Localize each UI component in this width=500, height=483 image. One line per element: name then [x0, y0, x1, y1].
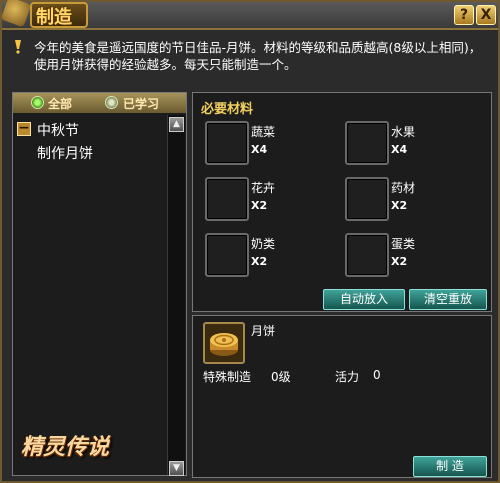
material-slot[interactable]: [345, 233, 389, 277]
exclamation-icon: [15, 40, 21, 54]
scroll-up-button[interactable]: ▲: [169, 117, 184, 132]
materials-panel: 必要材料 蔬菜 X4 水果 X4 花卉 X2 药材 X2 奶类 X2 蛋类 X2…: [192, 92, 492, 312]
help-button[interactable]: ?: [454, 5, 474, 25]
event-description: 今年的美食是遥远国度的节日佳品-月饼。材料的等级和品质越高(8级以上相同)，使用…: [34, 40, 482, 72]
material-name: 药材: [391, 181, 416, 195]
scrollbar[interactable]: [167, 115, 185, 475]
collapse-icon[interactable]: −: [17, 121, 31, 136]
filter-bar: 全部 已学习: [13, 93, 186, 113]
material-qty: X2: [391, 255, 408, 268]
window-emblem-icon: [0, 0, 32, 28]
material-name: 花卉: [251, 181, 276, 195]
material-name: 水果: [391, 125, 416, 139]
filter-all-label[interactable]: 全部: [48, 95, 72, 112]
filter-learned-label[interactable]: 已学习: [123, 95, 159, 112]
craft-button[interactable]: 制 造: [413, 456, 487, 477]
material-name: 蔬菜: [251, 125, 276, 139]
title-bar[interactable]: 制造 ? X: [0, 0, 498, 30]
mooncake-icon: [210, 333, 238, 356]
material-name: 蛋类: [391, 237, 416, 251]
material-qty: X2: [391, 199, 408, 212]
product-slot[interactable]: [203, 322, 245, 364]
clear-button[interactable]: 清空重放: [409, 289, 487, 310]
material-slot[interactable]: [205, 233, 249, 277]
category-row[interactable]: − 中秋节: [15, 119, 165, 139]
energy-label: 活力: [335, 370, 360, 384]
auto-fill-button[interactable]: 自动放入: [323, 289, 405, 310]
crafting-window: 制造 ? X 今年的美食是遥远国度的节日佳品-月饼。材料的等级和品质越高(8级以…: [0, 0, 500, 483]
material-qty: X4: [391, 143, 408, 156]
materials-title: 必要材料: [201, 102, 254, 117]
material-slot[interactable]: [345, 121, 389, 165]
filter-learned-radio[interactable]: [105, 96, 118, 109]
material-qty: X2: [251, 255, 268, 268]
product-panel: 月饼 特殊制造 0级 活力 0 制 造: [192, 315, 492, 478]
special-craft-label: 特殊制造: [203, 370, 252, 384]
material-name: 奶类: [251, 237, 276, 251]
window-title: 制造: [36, 7, 72, 28]
game-logo: 精灵传说: [21, 435, 110, 460]
energy-value: 0: [373, 368, 381, 382]
material-qty: X2: [251, 199, 268, 212]
close-button[interactable]: X: [476, 5, 496, 25]
material-slot[interactable]: [205, 121, 249, 165]
filter-all-radio[interactable]: [31, 96, 44, 109]
product-name: 月饼: [251, 324, 276, 338]
material-slot[interactable]: [205, 177, 249, 221]
recipe-item-label: 制作月饼: [37, 146, 93, 162]
category-label: 中秋节: [37, 123, 79, 139]
scroll-down-button[interactable]: ▼: [169, 461, 184, 476]
material-qty: X4: [251, 143, 268, 156]
recipe-item[interactable]: 制作月饼: [15, 143, 165, 163]
material-slot[interactable]: [345, 177, 389, 221]
special-craft-level: 0级: [271, 370, 291, 384]
recipe-list-panel: 全部 已学习 − 中秋节 制作月饼 ▲ ▼ 精灵传说: [12, 92, 187, 476]
